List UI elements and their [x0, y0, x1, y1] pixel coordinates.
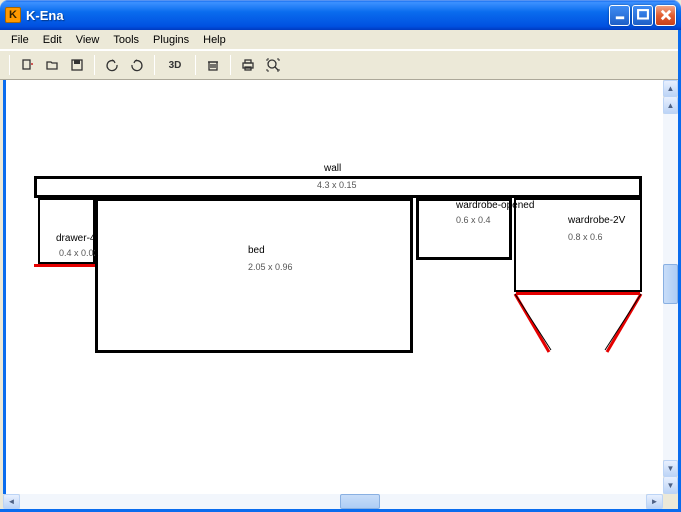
- titlebar: K K-Ena: [0, 0, 681, 30]
- undo-button[interactable]: [101, 54, 123, 76]
- scroll-up-button-2[interactable]: ▲: [663, 97, 678, 114]
- bed-shape[interactable]: [95, 198, 413, 353]
- drawer-4-label: drawer-4: [56, 233, 95, 244]
- hscroll-track[interactable]: [20, 494, 646, 509]
- wall-label: wall: [324, 163, 341, 174]
- new-button[interactable]: [16, 54, 38, 76]
- canvas[interactable]: wall 4.3 x 0.15 drawer-4 0.4 x 0.02 bed …: [6, 80, 663, 494]
- print-button[interactable]: [237, 54, 259, 76]
- redo-button[interactable]: [126, 54, 148, 76]
- menu-plugins[interactable]: Plugins: [146, 32, 196, 48]
- close-button[interactable]: [655, 5, 676, 26]
- scroll-left-button[interactable]: ◄: [3, 494, 20, 509]
- bed-dim: 2.05 x 0.96: [248, 262, 293, 272]
- hscroll-thumb[interactable]: [340, 494, 380, 509]
- toolbar-separator: [230, 55, 231, 75]
- toolbar-separator: [9, 55, 10, 75]
- scroll-thumb[interactable]: [663, 264, 678, 304]
- menubar: File Edit View Tools Plugins Help: [0, 30, 681, 50]
- scroll-down-button-2[interactable]: ▼: [663, 460, 678, 477]
- 3d-view-button[interactable]: 3D: [161, 54, 189, 76]
- maximize-button[interactable]: [632, 5, 653, 26]
- wardrobe-2v-label: wardrobe-2V: [568, 215, 625, 226]
- scroll-up-button[interactable]: ▲: [663, 80, 678, 97]
- wardrobe-2v-doors-icon: [511, 292, 646, 362]
- window-title: K-Ena: [26, 8, 609, 23]
- save-button[interactable]: [66, 54, 88, 76]
- delete-button[interactable]: [202, 54, 224, 76]
- vertical-scrollbar[interactable]: ▲ ▲ ▼ ▼: [663, 80, 678, 494]
- drawer-4-door: [34, 264, 97, 267]
- wardrobe-2v-shape[interactable]: [514, 198, 642, 292]
- menu-edit[interactable]: Edit: [36, 32, 69, 48]
- scroll-right-button[interactable]: ►: [646, 494, 663, 509]
- drawer-4-dim: 0.4 x 0.02: [59, 248, 99, 258]
- content-area: wall 4.3 x 0.15 drawer-4 0.4 x 0.02 bed …: [3, 80, 663, 494]
- toolbar-separator: [195, 55, 196, 75]
- menu-view[interactable]: View: [69, 32, 107, 48]
- toolbar-separator: [154, 55, 155, 75]
- app-icon: K: [5, 7, 21, 23]
- wardrobe-opened-dim: 0.6 x 0.4: [456, 215, 491, 225]
- toolbar: 3D: [0, 50, 681, 80]
- horizontal-scrollbar[interactable]: ◄ ►: [3, 494, 663, 509]
- wardrobe-2v-dim: 0.8 x 0.6: [568, 232, 603, 242]
- zoom-fit-button[interactable]: [262, 54, 284, 76]
- menu-tools[interactable]: Tools: [106, 32, 146, 48]
- scroll-track[interactable]: [663, 114, 678, 460]
- window-controls: [609, 5, 676, 26]
- scroll-down-button[interactable]: ▼: [663, 477, 678, 494]
- bed-label: bed: [248, 245, 265, 256]
- menu-file[interactable]: File: [4, 32, 36, 48]
- menu-help[interactable]: Help: [196, 32, 233, 48]
- toolbar-separator: [94, 55, 95, 75]
- minimize-button[interactable]: [609, 5, 630, 26]
- wall-shape[interactable]: [34, 176, 642, 198]
- open-button[interactable]: [41, 54, 63, 76]
